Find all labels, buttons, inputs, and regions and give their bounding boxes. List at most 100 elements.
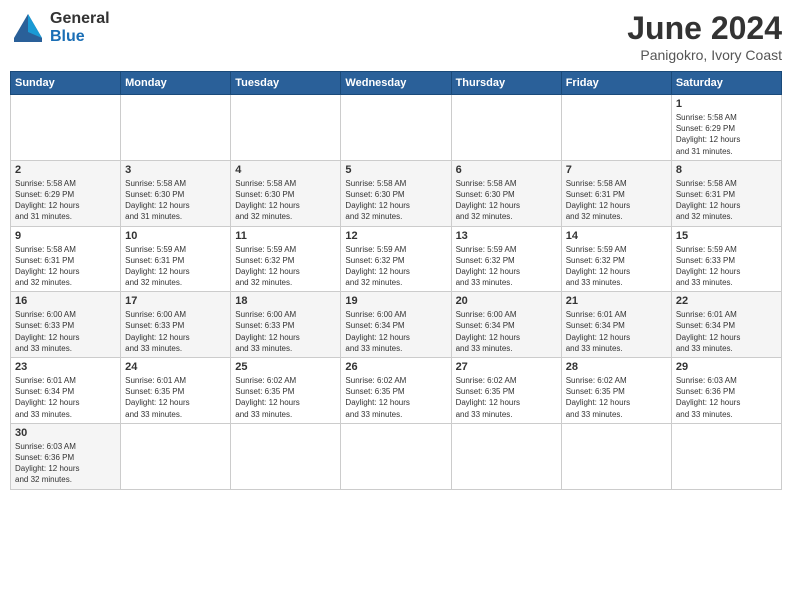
day-cell: 12 Sunrise: 5:59 AM Sunset: 6:32 PM Dayli… [341, 226, 451, 292]
day-cell [451, 423, 561, 489]
day-number: 16 [15, 295, 116, 307]
day-cell: 11Sunrise: 5:59 AM Sunset: 6:32 PM Dayli… [231, 226, 341, 292]
day-info: Sunrise: 6:03 AM Sunset: 6:36 PM Dayligh… [15, 441, 116, 486]
day-info: Sunrise: 6:02 AM Sunset: 6:35 PM Dayligh… [345, 375, 446, 420]
day-cell [121, 423, 231, 489]
day-cell [451, 95, 561, 161]
day-info: Sunrise: 5:59 AM Sunset: 6:32 PM Dayligh… [235, 244, 336, 289]
day-number: 17 [125, 295, 226, 307]
day-number: 29 [676, 361, 777, 373]
day-info: Sunrise: 6:00 AM Sunset: 6:33 PM Dayligh… [15, 309, 116, 354]
day-number: 14 [566, 230, 667, 242]
day-info: Sunrise: 6:03 AM Sunset: 6:36 PM Dayligh… [676, 375, 777, 420]
weekday-sunday: Sunday [11, 72, 121, 95]
day-info: Sunrise: 6:01 AM Sunset: 6:34 PM Dayligh… [676, 309, 777, 354]
weekday-thursday: Thursday [451, 72, 561, 95]
day-cell [561, 95, 671, 161]
week-row-3: 16 Sunrise: 6:00 AM Sunset: 6:33 PM Dayli… [11, 292, 782, 358]
day-cell: 17 Sunrise: 6:00 AM Sunset: 6:33 PM Dayli… [121, 292, 231, 358]
day-info: Sunrise: 5:58 AM Sunset: 6:29 PM Dayligh… [15, 178, 116, 223]
day-info: Sunrise: 5:59 AM Sunset: 6:31 PM Dayligh… [125, 244, 226, 289]
week-row-0: 1 Sunrise: 5:58 AM Sunset: 6:29 PM Daylig… [11, 95, 782, 161]
weekday-tuesday: Tuesday [231, 72, 341, 95]
day-number: 19 [345, 295, 446, 307]
day-number: 5 [345, 164, 446, 176]
weekday-header-row: SundayMondayTuesdayWednesdayThursdayFrid… [11, 72, 782, 95]
day-cell: 29 Sunrise: 6:03 AM Sunset: 6:36 PM Dayli… [671, 358, 781, 424]
day-cell: 16 Sunrise: 6:00 AM Sunset: 6:33 PM Dayli… [11, 292, 121, 358]
day-info: Sunrise: 6:02 AM Sunset: 6:35 PM Dayligh… [566, 375, 667, 420]
day-number: 22 [676, 295, 777, 307]
day-number: 10 [125, 230, 226, 242]
day-cell: 9Sunrise: 5:58 AM Sunset: 6:31 PM Daylig… [11, 226, 121, 292]
weekday-saturday: Saturday [671, 72, 781, 95]
week-row-5: 30 Sunrise: 6:03 AM Sunset: 6:36 PM Dayli… [11, 423, 782, 489]
week-row-4: 23 Sunrise: 6:01 AM Sunset: 6:34 PM Dayli… [11, 358, 782, 424]
day-cell: 4Sunrise: 5:58 AM Sunset: 6:30 PM Daylig… [231, 160, 341, 226]
day-cell: 3Sunrise: 5:58 AM Sunset: 6:30 PM Daylig… [121, 160, 231, 226]
calendar-subtitle: Panigokro, Ivory Coast [627, 47, 782, 63]
day-info: Sunrise: 6:01 AM Sunset: 6:34 PM Dayligh… [15, 375, 116, 420]
day-number: 9 [15, 230, 116, 242]
day-cell [231, 95, 341, 161]
day-cell: 22 Sunrise: 6:01 AM Sunset: 6:34 PM Dayli… [671, 292, 781, 358]
day-number: 4 [235, 164, 336, 176]
weekday-friday: Friday [561, 72, 671, 95]
day-number: 30 [15, 427, 116, 439]
day-cell [11, 95, 121, 161]
day-number: 15 [676, 230, 777, 242]
day-cell [341, 95, 451, 161]
day-number: 1 [676, 98, 777, 110]
day-cell: 13Sunrise: 5:59 AM Sunset: 6:32 PM Dayli… [451, 226, 561, 292]
day-info: Sunrise: 5:58 AM Sunset: 6:29 PM Dayligh… [676, 112, 777, 157]
day-cell: 15 Sunrise: 5:59 AM Sunset: 6:33 PM Dayli… [671, 226, 781, 292]
day-number: 8 [676, 164, 777, 176]
day-number: 18 [235, 295, 336, 307]
logo-icon [10, 10, 46, 46]
day-info: Sunrise: 5:58 AM Sunset: 6:31 PM Dayligh… [566, 178, 667, 223]
calendar-title: June 2024 [627, 10, 782, 47]
day-cell: 28 Sunrise: 6:02 AM Sunset: 6:35 PM Dayli… [561, 358, 671, 424]
day-number: 12 [345, 230, 446, 242]
day-cell [561, 423, 671, 489]
day-cell: 14 Sunrise: 5:59 AM Sunset: 6:32 PM Dayli… [561, 226, 671, 292]
day-info: Sunrise: 6:01 AM Sunset: 6:34 PM Dayligh… [566, 309, 667, 354]
day-number: 13 [456, 230, 557, 242]
day-cell: 1 Sunrise: 5:58 AM Sunset: 6:29 PM Daylig… [671, 95, 781, 161]
day-info: Sunrise: 5:59 AM Sunset: 6:33 PM Dayligh… [676, 244, 777, 289]
day-info: Sunrise: 6:00 AM Sunset: 6:33 PM Dayligh… [125, 309, 226, 354]
day-cell: 6Sunrise: 5:58 AM Sunset: 6:30 PM Daylig… [451, 160, 561, 226]
day-info: Sunrise: 6:01 AM Sunset: 6:35 PM Dayligh… [125, 375, 226, 420]
day-number: 23 [15, 361, 116, 373]
calendar-table: SundayMondayTuesdayWednesdayThursdayFrid… [10, 71, 782, 490]
calendar-page: General Blue June 2024 Panigokro, Ivory … [0, 0, 792, 612]
day-info: Sunrise: 5:59 AM Sunset: 6:32 PM Dayligh… [566, 244, 667, 289]
day-info: Sunrise: 5:59 AM Sunset: 6:32 PM Dayligh… [345, 244, 446, 289]
day-info: Sunrise: 5:58 AM Sunset: 6:30 PM Dayligh… [345, 178, 446, 223]
day-cell [671, 423, 781, 489]
day-number: 6 [456, 164, 557, 176]
day-number: 7 [566, 164, 667, 176]
title-block: June 2024 Panigokro, Ivory Coast [627, 10, 782, 63]
page-header: General Blue June 2024 Panigokro, Ivory … [10, 10, 782, 63]
day-number: 24 [125, 361, 226, 373]
day-cell: 18 Sunrise: 6:00 AM Sunset: 6:33 PM Dayli… [231, 292, 341, 358]
day-cell: 2 Sunrise: 5:58 AM Sunset: 6:29 PM Daylig… [11, 160, 121, 226]
day-cell: 8 Sunrise: 5:58 AM Sunset: 6:31 PM Daylig… [671, 160, 781, 226]
day-cell [341, 423, 451, 489]
day-cell: 5 Sunrise: 5:58 AM Sunset: 6:30 PM Daylig… [341, 160, 451, 226]
day-info: Sunrise: 5:58 AM Sunset: 6:31 PM Dayligh… [676, 178, 777, 223]
day-number: 2 [15, 164, 116, 176]
day-cell: 21Sunrise: 6:01 AM Sunset: 6:34 PM Dayli… [561, 292, 671, 358]
logo-text: General Blue [50, 10, 110, 45]
day-info: Sunrise: 6:02 AM Sunset: 6:35 PM Dayligh… [235, 375, 336, 420]
day-info: Sunrise: 6:00 AM Sunset: 6:33 PM Dayligh… [235, 309, 336, 354]
logo: General Blue [10, 10, 110, 46]
day-number: 28 [566, 361, 667, 373]
day-number: 20 [456, 295, 557, 307]
day-cell [231, 423, 341, 489]
day-info: Sunrise: 6:00 AM Sunset: 6:34 PM Dayligh… [456, 309, 557, 354]
day-cell: 24 Sunrise: 6:01 AM Sunset: 6:35 PM Dayli… [121, 358, 231, 424]
day-cell: 23 Sunrise: 6:01 AM Sunset: 6:34 PM Dayli… [11, 358, 121, 424]
weekday-monday: Monday [121, 72, 231, 95]
